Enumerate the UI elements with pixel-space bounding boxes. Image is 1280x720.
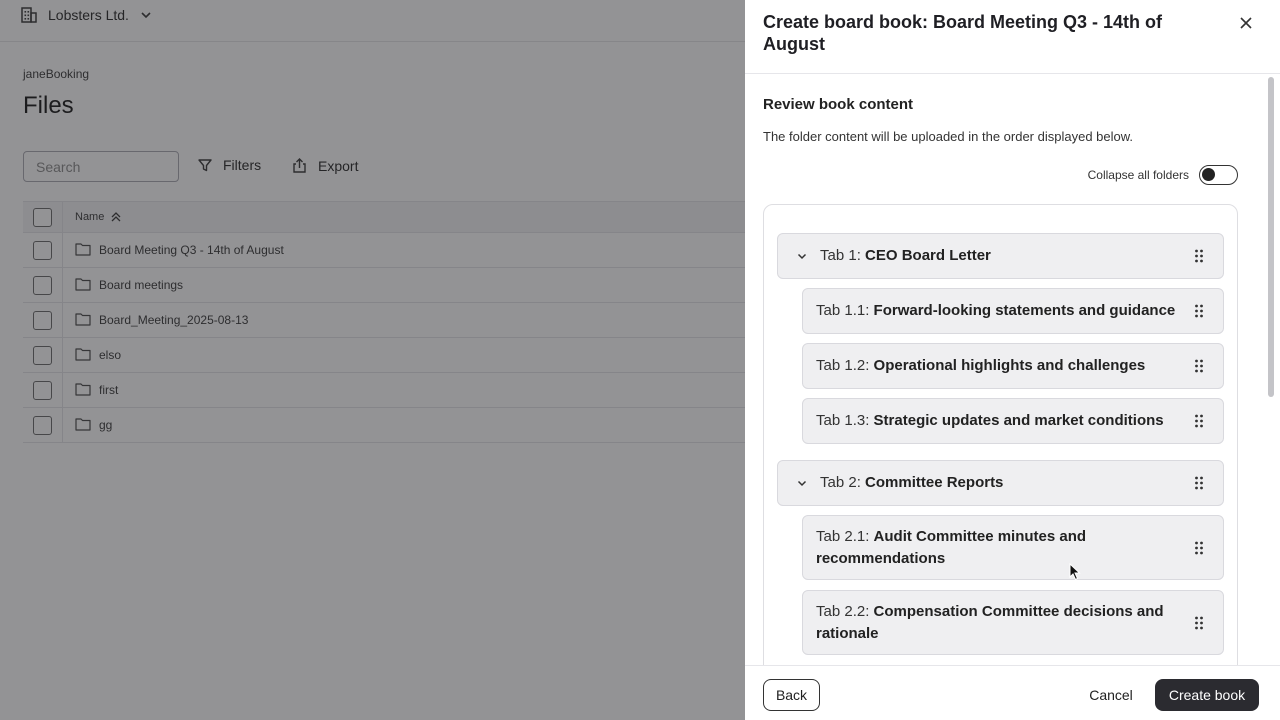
book-subtab-item[interactable]: Tab 1.2: Operational highlights and chal… <box>802 343 1224 389</box>
create-board-book-drawer: Create board book: Board Meeting Q3 - 14… <box>745 0 1280 720</box>
tab-title: Committee Reports <box>865 474 1004 491</box>
book-tab-item[interactable]: Tab 2: Committee Reports <box>777 460 1224 506</box>
mouse-cursor-icon <box>1069 563 1081 581</box>
section-description: The folder content will be uploaded in t… <box>763 129 1134 144</box>
drag-handle-icon[interactable] <box>1189 304 1209 318</box>
tab-number: Tab 2.2: <box>816 602 870 620</box>
tab-number: Tab 1: <box>820 247 861 264</box>
book-content-list: Tab 1: CEO Board Letter Tab 1.1: Forward-… <box>763 204 1238 665</box>
tab-number: Tab 2: <box>820 474 861 491</box>
drawer-footer: Back Cancel Create book <box>745 665 1280 720</box>
close-button[interactable] <box>1235 12 1257 34</box>
tab-number: Tab 2.1: <box>816 527 870 545</box>
collapse-all-toggle[interactable] <box>1199 165 1238 185</box>
drag-handle-icon[interactable] <box>1189 616 1209 630</box>
drawer-body: Review book content The folder content w… <box>745 75 1280 665</box>
cancel-button[interactable]: Cancel <box>1081 679 1141 711</box>
create-book-button[interactable]: Create book <box>1155 679 1259 711</box>
book-subtab-item[interactable]: Tab 2.2: Compensation Committee decision… <box>802 590 1224 655</box>
section-title: Review book content <box>763 96 914 113</box>
collapse-all-label: Collapse all folders <box>1087 168 1189 182</box>
chevron-down-icon[interactable] <box>796 477 812 489</box>
back-button[interactable]: Back <box>763 679 820 711</box>
drag-handle-icon[interactable] <box>1189 414 1209 428</box>
drag-handle-icon[interactable] <box>1189 249 1209 263</box>
close-icon <box>1240 17 1252 29</box>
chevron-down-icon[interactable] <box>796 250 812 262</box>
tab-number: Tab 1.3: <box>816 412 870 429</box>
drag-handle-icon[interactable] <box>1189 359 1209 373</box>
book-subtab-item[interactable]: Tab 1.3: Strategic updates and market co… <box>802 398 1224 444</box>
book-tab-item[interactable]: Tab 1: CEO Board Letter <box>777 233 1224 279</box>
tab-number: Tab 1.1: <box>816 302 870 319</box>
tab-title: Compensation Committee decisions and rat… <box>816 602 1164 642</box>
drawer-header: Create board book: Board Meeting Q3 - 14… <box>745 0 1280 74</box>
collapse-all-row: Collapse all folders <box>1088 165 1238 185</box>
drawer-title: Create board book: Board Meeting Q3 - 14… <box>763 12 1163 54</box>
tab-title: Operational highlights and challenges <box>873 357 1146 374</box>
scrollbar-thumb[interactable] <box>1268 77 1274 397</box>
tab-title: Forward-looking statements and guidance <box>873 302 1176 319</box>
scrollbar[interactable] <box>1267 75 1275 665</box>
book-subtab-item[interactable]: Tab 1.1: Forward-looking statements and … <box>802 288 1224 334</box>
tab-number: Tab 1.2: <box>816 357 870 374</box>
drag-handle-icon[interactable] <box>1189 541 1209 555</box>
tab-title: CEO Board Letter <box>865 247 991 264</box>
drag-handle-icon[interactable] <box>1189 476 1209 490</box>
tab-title: Strategic updates and market conditions <box>873 412 1164 429</box>
book-subtab-item[interactable]: Tab 2.1: Audit Committee minutes and rec… <box>802 515 1224 580</box>
